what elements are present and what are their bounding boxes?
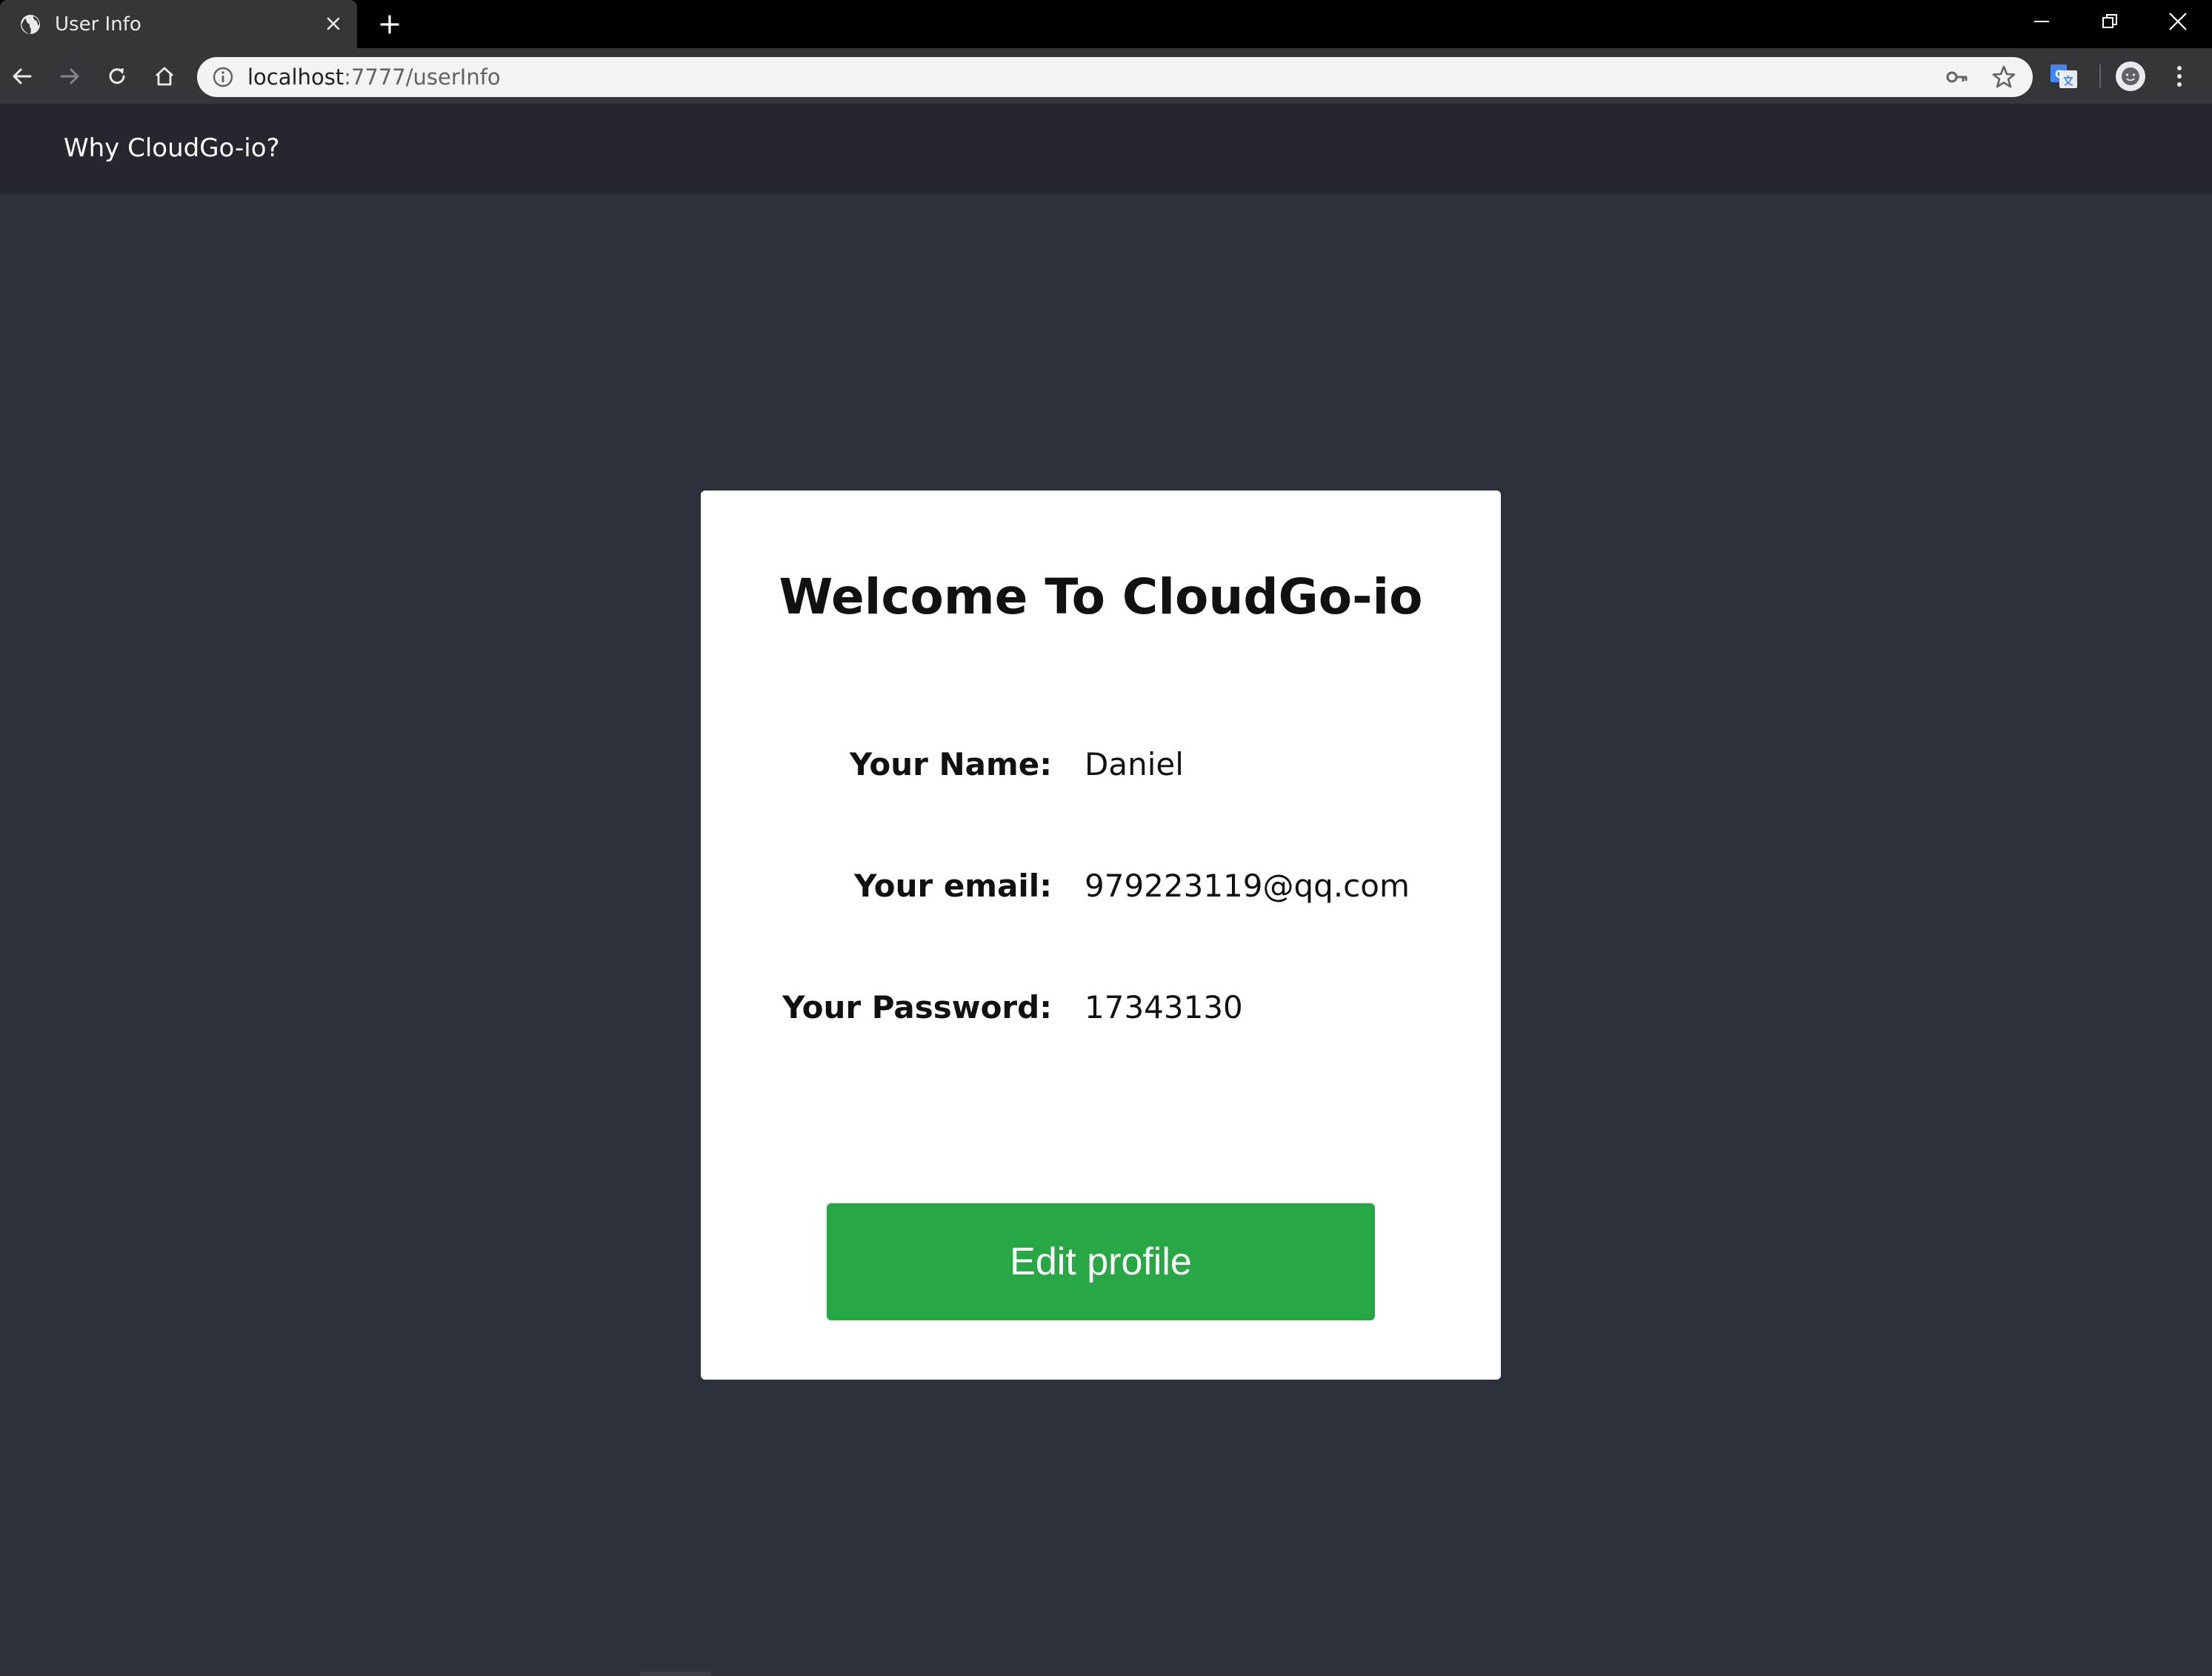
kebab-menu-icon[interactable] [2165, 61, 2194, 91]
window-minimize-icon[interactable] [2008, 0, 2076, 43]
key-icon[interactable] [1945, 66, 1969, 88]
window-close-icon[interactable] [2144, 0, 2212, 43]
site-info-icon[interactable] [212, 66, 234, 88]
forward-arrow-icon[interactable] [53, 60, 86, 93]
url-host: localhost [247, 64, 344, 90]
svg-text:G: G [2055, 69, 2064, 81]
site-navbar: Why CloudGo-io? [0, 104, 2212, 194]
address-url: localhost:7777/userInfo [247, 64, 501, 90]
password-value: 17343130 [1085, 989, 1243, 1025]
email-label: Your email: [854, 868, 1052, 904]
password-label: Your Password: [782, 989, 1052, 1025]
globe-icon [21, 15, 40, 34]
url-path: :7777/userInfo [344, 64, 501, 90]
home-icon[interactable] [148, 60, 181, 93]
window-restore-icon[interactable] [2076, 0, 2144, 43]
translate-icon[interactable]: G [2049, 61, 2079, 91]
name-value: Daniel [1085, 746, 1184, 782]
edit-profile-button[interactable]: Edit profile [827, 1203, 1375, 1320]
nav-link-why-cloudgo[interactable]: Why CloudGo-io? [64, 132, 280, 164]
new-tab-plus-icon[interactable] [375, 12, 404, 37]
browser-toolbar: localhost:7777/userInfo G [0, 48, 2212, 104]
browser-tab[interactable]: User Info [0, 0, 357, 48]
address-bar[interactable]: localhost:7777/userInfo [197, 57, 2033, 97]
toolbar-divider [2099, 64, 2101, 88]
tab-title: User Info [55, 13, 141, 36]
name-label: Your Name: [849, 746, 1052, 782]
tab-close-icon[interactable] [323, 13, 344, 34]
email-value: 979223119@qq.com [1085, 868, 1410, 904]
profile-avatar-icon[interactable] [2116, 61, 2145, 91]
back-arrow-icon[interactable] [6, 60, 39, 93]
bookmark-star-icon[interactable] [1991, 64, 2016, 90]
user-info-card: Welcome To CloudGo-io Your Name: Daniel … [701, 491, 1501, 1380]
page-body: Welcome To CloudGo-io Your Name: Daniel … [0, 194, 2212, 1676]
reload-icon[interactable] [101, 60, 133, 93]
browser-tab-strip: User Info [0, 0, 2212, 48]
card-title: Welcome To CloudGo-io [779, 568, 1423, 625]
horizontal-scrollbar[interactable] [640, 1672, 711, 1676]
